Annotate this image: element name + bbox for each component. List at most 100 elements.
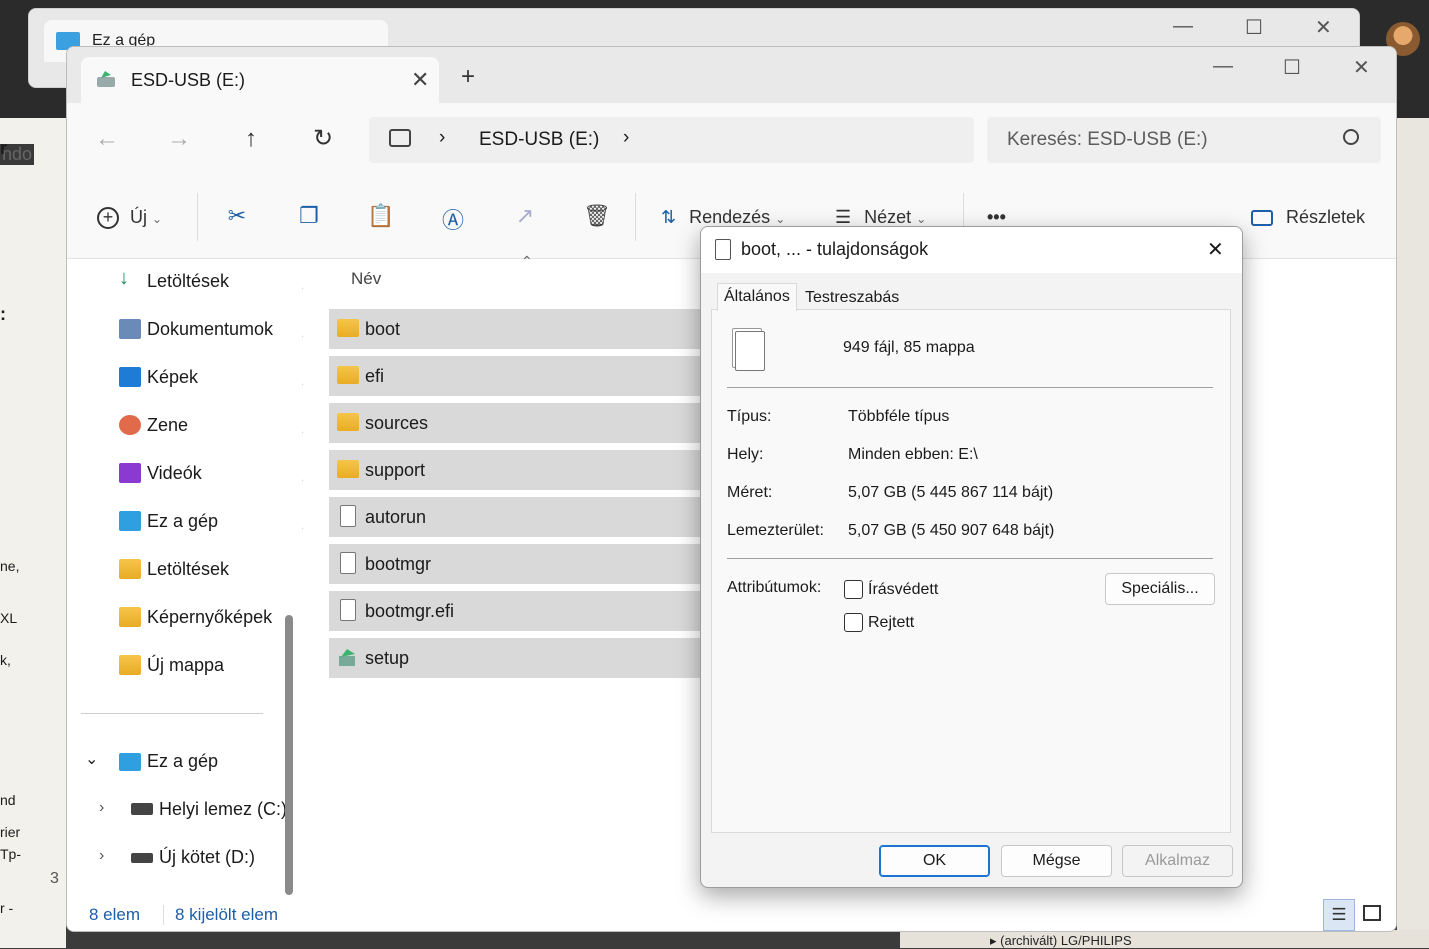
folder-icon xyxy=(337,319,359,337)
address-bar[interactable]: › ESD-USB (E:) › xyxy=(369,117,974,163)
rename-icon[interactable]: Ⓐ xyxy=(437,203,469,233)
sidebar-item-this-pc[interactable]: Ez a gép 📌 xyxy=(115,507,305,543)
tab-esd-usb[interactable]: ESD-USB (E:) ✕ xyxy=(81,57,439,103)
details-pane-icon xyxy=(1251,210,1273,227)
sidebar-item-label: Ez a gép xyxy=(147,751,219,771)
maximize-button[interactable]: ☐ xyxy=(1283,55,1301,80)
sidebar-scrollbar[interactable] xyxy=(285,615,293,895)
summary-text: 949 fájl, 85 mappa xyxy=(843,339,975,356)
cancel-button[interactable]: Mégse xyxy=(1001,845,1112,877)
type-label: Típus: xyxy=(727,408,772,425)
breadcrumb-location[interactable]: ESD-USB (E:) xyxy=(479,129,599,151)
special-button[interactable]: Speciális... xyxy=(1105,573,1215,605)
folder-icon xyxy=(337,413,359,431)
status-bar: 8 elem 8 kijelölt elem ☰ xyxy=(67,899,1396,931)
up-button[interactable]: ↑ xyxy=(231,119,271,159)
bg-fragment: rier xyxy=(0,824,21,840)
file-row[interactable]: setup xyxy=(329,638,709,678)
search-box[interactable]: Keresés: ESD-USB (E:) xyxy=(987,117,1381,163)
minimize-button[interactable]: — xyxy=(1213,55,1233,78)
new-button[interactable]: + Új ⌄ xyxy=(97,199,162,235)
properties-dialog: boot, ... - tulajdonságok ✕ Általános Te… xyxy=(700,226,1243,888)
sidebar-item-this-pc-tree[interactable]: ⌄ Ez a gép xyxy=(83,747,293,783)
tab-general[interactable]: Általános xyxy=(717,283,797,311)
back-button[interactable]: ← xyxy=(87,119,127,159)
close-icon[interactable]: ✕ xyxy=(1207,237,1224,262)
sort-icon: ⇅ xyxy=(661,207,677,227)
hidden-checkbox[interactable]: Rejtett xyxy=(844,613,984,635)
file-name: boot xyxy=(365,319,401,339)
bg-fragment: r xyxy=(0,138,8,158)
disk-size-label: Lemezterület: xyxy=(727,522,824,539)
checkbox-box[interactable] xyxy=(844,580,863,599)
monitor-icon xyxy=(119,753,141,771)
divider xyxy=(727,387,1213,388)
sidebar-item-downloads[interactable]: ↓ Letöltések 📌 xyxy=(115,267,305,303)
sidebar-item-downloads-folder[interactable]: Letöltések xyxy=(115,555,305,591)
file-row[interactable]: sources xyxy=(329,403,709,443)
view-label: Nézet xyxy=(864,207,912,227)
sidebar-item-drive-d[interactable]: › Új kötet (D:) xyxy=(97,843,297,879)
readonly-label: Írásvédett xyxy=(868,581,939,598)
file-icon xyxy=(340,552,356,574)
details-view-icon[interactable]: ☰ xyxy=(1323,899,1355,931)
file-row[interactable]: boot xyxy=(329,309,709,349)
share-icon[interactable]: ↗ xyxy=(509,203,541,233)
bg-fragment: r - xyxy=(0,900,14,916)
forward-button[interactable]: → xyxy=(159,119,199,159)
breadcrumb-chevron-icon[interactable]: › xyxy=(439,127,445,149)
file-icon xyxy=(340,599,356,621)
checkbox-box[interactable] xyxy=(844,613,863,632)
column-header-name[interactable]: Név xyxy=(351,269,381,289)
close-tab-icon[interactable]: ✕ xyxy=(411,67,429,93)
multiple-files-icon xyxy=(735,331,765,371)
file-name: bootmgr xyxy=(365,554,432,574)
readonly-checkbox[interactable]: Írásvédett xyxy=(844,580,984,602)
tiles-view-icon[interactable] xyxy=(1363,905,1381,921)
copy-icon[interactable]: ❐ xyxy=(293,203,325,233)
sidebar-item-screenshots[interactable]: Képernyőképek xyxy=(115,603,305,639)
file-row[interactable]: bootmgr.efi xyxy=(329,591,709,631)
breadcrumb-chevron-end-icon[interactable]: › xyxy=(623,127,629,149)
cut-icon[interactable]: ✂ xyxy=(221,203,253,233)
divider xyxy=(635,193,636,241)
documents-icon xyxy=(119,319,141,339)
file-row[interactable]: bootmgr xyxy=(329,544,709,584)
bg-close-button[interactable]: ✕ xyxy=(1315,15,1332,40)
bg-fragment: : xyxy=(0,304,6,324)
search-input[interactable]: Keresés: ESD-USB (E:) xyxy=(1007,129,1208,151)
sidebar-item-label: Zene xyxy=(147,415,189,435)
sidebar-item-documents[interactable]: Dokumentumok 📌 xyxy=(115,315,305,351)
add-tab-button[interactable]: + xyxy=(461,63,475,91)
apply-button[interactable]: Alkalmaz xyxy=(1122,845,1233,877)
sidebar-item-pictures[interactable]: Képek 📌 xyxy=(115,363,305,399)
folder-icon xyxy=(119,655,141,675)
sidebar-item-videos[interactable]: Videók 📌 xyxy=(115,459,305,495)
file-name: bootmgr.efi xyxy=(365,601,455,621)
chevron-right-icon: › xyxy=(99,847,105,864)
size-label: Méret: xyxy=(727,484,773,501)
ok-button[interactable]: OK xyxy=(879,845,990,877)
details-button[interactable]: Részletek xyxy=(1251,199,1365,235)
close-window-button[interactable]: ✕ xyxy=(1353,55,1370,80)
file-row[interactable]: efi xyxy=(329,356,709,396)
refresh-button[interactable]: ↻ xyxy=(303,119,343,159)
sidebar-item-drive-c[interactable]: › Helyi lemez (C:) xyxy=(97,795,297,831)
selected-count: 8 kijelölt elem xyxy=(175,905,278,924)
sidebar-item-music[interactable]: Zene 📌 xyxy=(115,411,305,447)
file-name: efi xyxy=(365,366,385,386)
sidebar-item-label: Új mappa xyxy=(147,655,225,675)
file-row[interactable]: autorun xyxy=(329,497,709,537)
bg-maximize-button[interactable]: ☐ xyxy=(1245,15,1263,40)
paste-icon[interactable]: 📋 xyxy=(365,203,397,233)
bg-minimize-button[interactable]: — xyxy=(1173,15,1193,38)
sidebar-item-new-folder[interactable]: Új mappa xyxy=(115,651,305,687)
divider xyxy=(163,905,164,925)
chevron-down-icon: ⌄ xyxy=(85,751,99,768)
folder-icon xyxy=(119,559,141,579)
monitor-icon xyxy=(119,511,141,531)
tab-customize[interactable]: Testreszabás xyxy=(799,285,905,313)
file-row[interactable]: support xyxy=(329,450,709,490)
delete-icon[interactable]: 🗑 xyxy=(581,203,613,233)
title-bar: ESD-USB (E:) ✕ + — ☐ ✕ xyxy=(67,47,1396,103)
